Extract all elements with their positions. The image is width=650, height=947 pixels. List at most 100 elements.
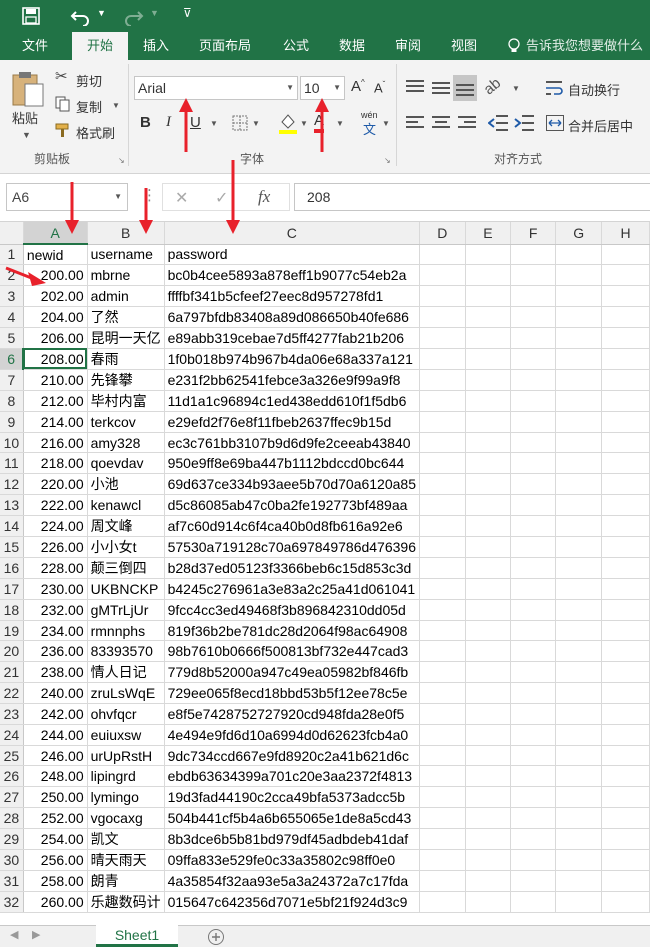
row-header[interactable]: 32 [0,891,24,913]
copy-dropdown-icon[interactable]: ▼ [112,101,120,110]
increase-font-size-icon[interactable]: A^ [351,78,365,95]
cell[interactable] [419,390,466,412]
cell[interactable]: b28d37ed05123f3366beb6c15d853c3d [164,557,420,580]
cell[interactable] [555,494,603,517]
tab-file[interactable]: 文件 [8,32,62,60]
cell[interactable]: 202.00 [23,285,88,307]
cell[interactable] [510,891,557,913]
cell[interactable] [510,828,557,850]
cell[interactable] [510,599,557,621]
cell[interactable] [510,807,557,829]
middle-align-icon[interactable] [432,82,450,96]
cell[interactable] [465,578,512,600]
cell[interactable] [510,244,557,266]
cell[interactable] [419,432,466,454]
cell[interactable]: euiuxsw [87,724,165,746]
cell[interactable] [510,849,557,871]
cell[interactable] [555,807,603,829]
cell[interactable] [419,807,466,829]
column-header-c[interactable]: C [164,222,420,245]
cell[interactable] [601,640,650,663]
cell[interactable] [510,578,557,600]
column-header-e[interactable]: E [465,222,512,245]
cell[interactable] [510,452,557,475]
cell[interactable] [419,849,466,871]
cell[interactable] [555,661,603,684]
cell[interactable]: 242.00 [23,703,88,725]
cell[interactable] [419,473,466,496]
cell[interactable]: 4e494e9fd6d10a6994d0d62623fcb4a0 [164,724,420,746]
cell[interactable] [465,724,512,746]
cell[interactable] [555,724,603,746]
cell[interactable] [510,285,557,307]
cell[interactable] [465,369,512,391]
cell[interactable] [419,285,466,307]
cell[interactable] [601,661,650,684]
cell[interactable] [601,369,650,391]
font-name-dropdown-icon[interactable]: ▼ [286,83,294,92]
row-header[interactable]: 28 [0,807,24,829]
cell[interactable] [465,620,512,642]
cell[interactable] [555,515,603,538]
cell[interactable] [465,452,512,475]
fill-color-icon[interactable] [278,112,298,134]
copy-button[interactable]: 复制 [76,97,102,116]
cell[interactable]: 57530a719128c70a697849786d476396 [164,536,420,559]
row-header[interactable]: 12 [0,473,24,496]
cell[interactable]: 朗青 [87,870,165,892]
cell[interactable] [419,244,466,266]
cell[interactable]: 216.00 [23,432,88,454]
cell[interactable] [555,557,603,580]
underline-icon[interactable]: U [190,114,201,131]
increase-indent-icon[interactable] [514,115,534,131]
tell-me-search[interactable]: 告诉我您想要做什么 [526,32,650,60]
cell[interactable] [601,828,650,850]
cell[interactable]: 208.00 [23,348,88,370]
cell[interactable] [510,557,557,580]
row-header[interactable]: 10 [0,432,24,454]
cell[interactable]: newid [23,244,88,266]
cell[interactable] [601,682,650,705]
cell[interactable] [601,494,650,517]
cell[interactable] [555,765,603,788]
cell[interactable]: 254.00 [23,828,88,850]
cell[interactable]: 222.00 [23,494,88,517]
cell[interactable]: 春雨 [87,348,165,370]
cell[interactable] [555,578,603,600]
cell[interactable] [510,703,557,725]
font-size-dropdown-icon[interactable]: ▼ [333,83,341,92]
cell[interactable] [555,849,603,871]
cut-button[interactable]: 剪切 [76,71,102,90]
cut-icon[interactable]: ✂ [55,67,68,85]
cell[interactable]: 228.00 [23,557,88,580]
worksheet-grid[interactable]: A B C D E F G H 1 newid username password 2 200.00 mbr… [0,222,650,925]
cell[interactable] [465,432,512,454]
cell[interactable] [465,682,512,705]
cell[interactable]: 11d1a1c96894c1ed438edd610f1f5db6 [164,390,420,412]
cell[interactable] [601,390,650,412]
cell[interactable]: ec3c761bb3107b9d6d9fe2ceeab43840 [164,432,420,454]
cell[interactable] [465,807,512,829]
row-header[interactable]: 3 [0,285,24,307]
cell[interactable]: 凯文 [87,828,165,850]
insert-function-icon[interactable]: fx [258,187,270,207]
cell[interactable]: e231f2bb62541febce3a326e9f99a9f8 [164,369,420,391]
cell[interactable] [555,411,603,433]
cell[interactable] [419,557,466,580]
cell[interactable]: 260.00 [23,891,88,913]
cell[interactable] [465,891,512,913]
row-header[interactable]: 7 [0,369,24,391]
cell[interactable] [510,661,557,684]
new-sheet-icon[interactable] [207,928,225,946]
cell[interactable] [419,640,466,663]
cell[interactable]: 1f0b018b974b967b4da06e68a337a121 [164,348,420,370]
cell[interactable] [510,390,557,412]
cell[interactable] [465,494,512,517]
tab-page-layout[interactable]: 页面布局 [188,32,262,60]
cell[interactable] [555,870,603,892]
cell[interactable]: 950e9ff8e69ba447b1112bdccd0bc644 [164,452,420,475]
align-center-icon[interactable] [432,116,450,130]
cell[interactable] [419,306,466,328]
row-header[interactable]: 17 [0,578,24,600]
cell[interactable] [419,515,466,538]
